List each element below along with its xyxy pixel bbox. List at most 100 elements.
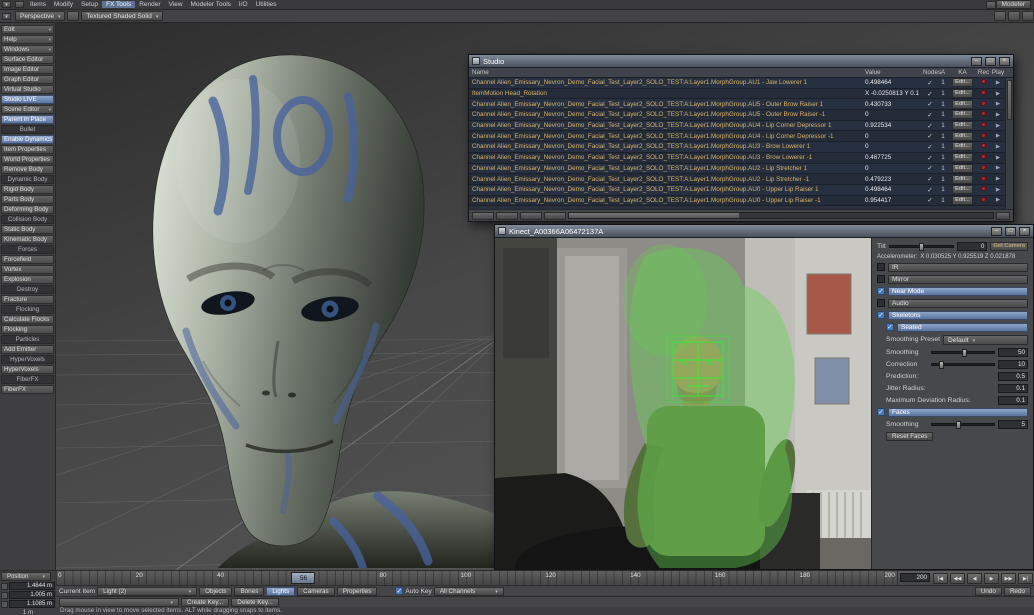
reset-faces-button[interactable]: Reset Faces (886, 432, 933, 441)
channel-edit-button[interactable]: Edit... (952, 185, 973, 194)
channel-value[interactable]: 0 (865, 111, 923, 118)
value-field[interactable]: 0.1 (998, 396, 1028, 405)
sidebar-item[interactable]: FiberFX (1, 385, 54, 394)
collapse-viewbar-icon[interactable]: ▾ (2, 13, 11, 20)
sidebar-item[interactable]: Virtual Studio (1, 85, 54, 94)
sidebar-item[interactable]: Static Body (1, 225, 54, 234)
slider-thumb[interactable] (919, 243, 924, 251)
value-field[interactable]: 0.1 (998, 384, 1028, 393)
toggle-button[interactable]: Audio (888, 299, 1028, 308)
sidebar-item[interactable]: Vortex (1, 265, 54, 274)
sidebar-item[interactable]: Item Properties (1, 145, 54, 154)
channel-value[interactable]: 0 (865, 133, 923, 140)
properties-button[interactable]: Properties (337, 587, 378, 596)
z-axis-toggle[interactable] (1, 601, 8, 608)
transport-button[interactable]: ▶ (984, 573, 999, 584)
column-a[interactable]: A (937, 69, 949, 76)
menu-item[interactable]: Utilities (252, 1, 281, 8)
channel-play-button[interactable]: ▶ (991, 133, 1005, 139)
tool-mode-dropdown[interactable] (59, 598, 179, 607)
channel-enabled-check[interactable]: ✓ (923, 132, 937, 140)
column-nodes[interactable]: Nodes (923, 69, 937, 76)
channel-value[interactable]: 0.498464 (865, 79, 923, 86)
channel-play-button[interactable]: ▶ (991, 187, 1005, 193)
shading-mode-dropdown[interactable]: Textured Shaded Solid (81, 11, 163, 21)
auto-key-checkbox[interactable] (395, 587, 403, 595)
channel-edit-button[interactable]: Edit... (952, 164, 973, 173)
channel-record-button[interactable] (976, 143, 991, 150)
column-ka[interactable]: KA (949, 69, 976, 76)
channel-enabled-check[interactable]: ✓ (923, 175, 937, 183)
sidebar-item[interactable]: World Properties (1, 155, 54, 164)
sidebar-item[interactable]: Scene Editor (1, 105, 54, 114)
faces-button[interactable]: Faces (888, 408, 1028, 417)
y-position-field[interactable]: 1.005 m (9, 591, 55, 599)
transport-button[interactable]: ◀ (967, 573, 982, 584)
channel-row[interactable]: Channel Alien_Emissary_Nevron_Demo_Facia… (469, 121, 1005, 132)
sidebar-item[interactable]: Kinematic Body (1, 235, 54, 244)
channel-row[interactable]: Channel Alien_Emissary_Nevron_Demo_Facia… (469, 99, 1005, 110)
toggle-button[interactable]: Near Mode (888, 287, 1028, 296)
column-play[interactable]: Play (991, 69, 1005, 76)
end-frame-field[interactable]: 200 (900, 573, 930, 582)
channel-record-button[interactable] (976, 90, 991, 97)
view-mode-dropdown[interactable]: Perspective (15, 11, 65, 21)
transport-button[interactable]: |◀ (933, 573, 948, 584)
sidebar-item[interactable]: Image Editor (1, 65, 54, 74)
slider-thumb[interactable] (939, 361, 944, 369)
sidebar-item[interactable]: Remove Body (1, 165, 54, 174)
minimize-icon[interactable]: – (971, 57, 982, 66)
menu-item[interactable]: Setup (77, 1, 102, 8)
channel-edit-button[interactable]: Edit... (952, 175, 973, 184)
channel-value[interactable]: 0 (865, 165, 923, 172)
scrollbar-thumb[interactable] (1007, 80, 1012, 120)
delete-key-button[interactable]: Delete Key... (231, 598, 279, 607)
slider[interactable] (931, 363, 995, 366)
channel-edit-button[interactable]: Edit... (952, 78, 973, 87)
studio-footer-button[interactable] (472, 212, 494, 220)
scrollbar-thumb[interactable] (569, 213, 739, 218)
viewport-layout-icon[interactable] (1008, 11, 1020, 21)
column-name[interactable]: Name (469, 69, 865, 76)
pin-menu-icon[interactable] (15, 1, 24, 8)
channel-row[interactable]: Channel Alien_Emissary_Nevron_Demo_Facia… (469, 131, 1005, 142)
viewport-maximize-icon[interactable] (994, 11, 1006, 21)
channel-edit-button[interactable]: Edit... (952, 142, 973, 151)
sidebar-item[interactable]: Windows (1, 45, 54, 54)
menu-item[interactable]: Render (135, 1, 164, 8)
studio-footer-button[interactable] (520, 212, 542, 220)
channel-record-button[interactable] (976, 111, 991, 118)
sidebar-item[interactable]: Flocking (1, 325, 54, 334)
slider[interactable] (931, 351, 995, 354)
channel-play-button[interactable]: ▶ (991, 112, 1005, 118)
sidebar-item[interactable]: Explosion (1, 275, 54, 284)
faces-smoothing-slider[interactable] (931, 423, 995, 426)
channel-enabled-check[interactable]: ✓ (923, 79, 937, 87)
channel-enabled-check[interactable]: ✓ (923, 186, 937, 194)
channel-edit-button[interactable]: Edit... (952, 89, 973, 98)
channel-play-button[interactable]: ▶ (991, 155, 1005, 161)
get-camera-button[interactable]: Get Camera (990, 242, 1028, 251)
menu-item[interactable]: View (165, 1, 187, 8)
channel-edit-button[interactable]: Edit... (952, 196, 973, 205)
channel-record-button[interactable] (976, 133, 991, 140)
maximize-icon[interactable]: □ (1005, 227, 1016, 236)
item-type-button[interactable]: Cameras (297, 587, 335, 596)
seated-button[interactable]: Seated (897, 323, 1028, 332)
sidebar-item[interactable]: Deforming Body (1, 205, 54, 214)
viewport-options-icon[interactable] (1022, 11, 1034, 21)
viewport-axis-icon[interactable] (67, 11, 79, 21)
studio-footer-button[interactable] (544, 212, 566, 220)
channel-edit-button[interactable]: Edit... (952, 121, 973, 130)
channel-row[interactable]: Channel Alien_Emissary_Nevron_Demo_Facia… (469, 153, 1005, 164)
toggle-checkbox[interactable] (877, 287, 885, 295)
close-icon[interactable]: × (999, 57, 1010, 66)
tilt-value-field[interactable]: 0 (957, 242, 987, 251)
studio-footer-dropdown[interactable] (996, 212, 1010, 220)
channel-row[interactable]: Channel Alien_Emissary_Nevron_Demo_Facia… (469, 142, 1005, 153)
channel-row[interactable]: Channel Alien_Emissary_Nevron_Demo_Facia… (469, 78, 1005, 89)
channel-row[interactable]: Channel Alien_Emissary_Nevron_Demo_Facia… (469, 164, 1005, 175)
all-channels-dropdown[interactable]: All Channels (434, 587, 504, 596)
channel-record-button[interactable] (976, 101, 991, 108)
channel-row[interactable]: Channel Alien_Emissary_Nevron_Demo_Facia… (469, 185, 1005, 196)
